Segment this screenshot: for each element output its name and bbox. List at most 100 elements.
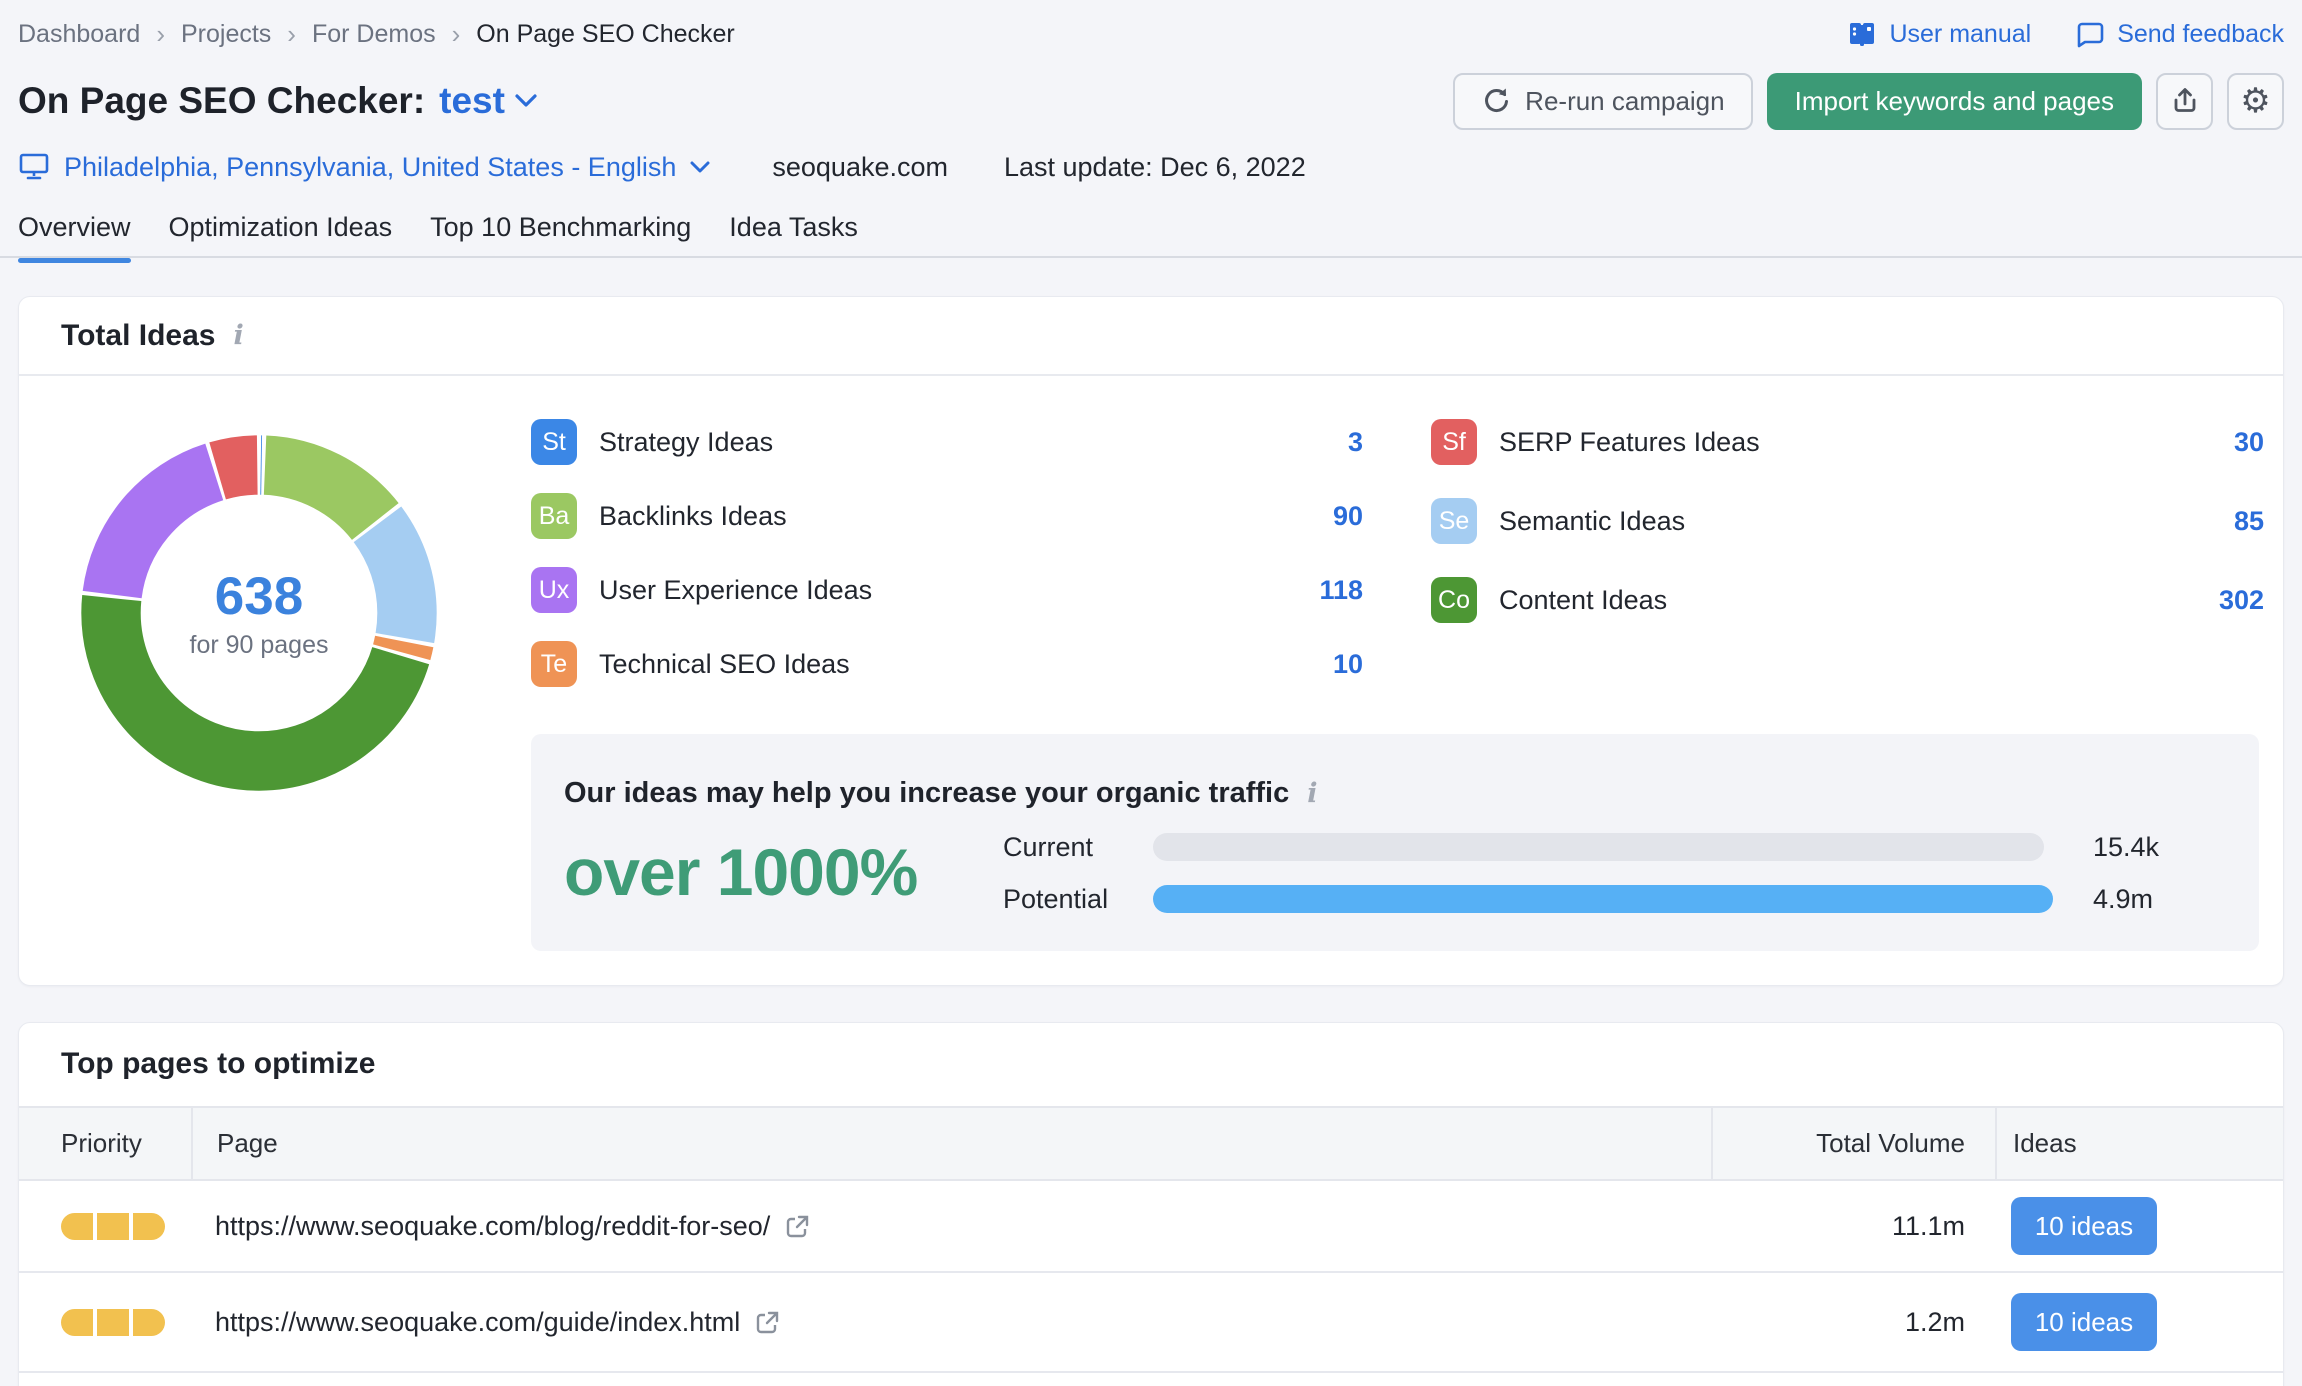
serp-features-badge-icon: Sf	[1431, 419, 1477, 465]
breadcrumb-separator-icon: ›	[451, 19, 461, 49]
import-keywords-button[interactable]: Import keywords and pages	[1766, 72, 2142, 130]
refresh-icon	[1481, 86, 1511, 116]
chevron-down-icon	[690, 161, 710, 174]
upload-icon	[2170, 86, 2200, 116]
legend-label: Strategy Ideas	[599, 426, 774, 457]
settings-button[interactable]: ⚙	[2227, 72, 2284, 130]
tab-overview[interactable]: Overview	[18, 212, 131, 263]
campaign-name: test	[439, 80, 505, 121]
breadcrumb-current: On Page SEO Checker	[476, 19, 735, 48]
priority-indicator	[61, 1308, 165, 1336]
backlinks-badge-icon: Ba	[531, 493, 577, 539]
page-title: On Page SEO Checker: test	[18, 80, 537, 122]
breadcrumb-dashboard[interactable]: Dashboard	[18, 20, 140, 49]
legend-item-serp-features: Sf SERP Features Ideas 30	[1431, 413, 2264, 471]
rerun-campaign-button[interactable]: Re-run campaign	[1453, 72, 1753, 130]
top-pages-header: Top pages to optimize	[19, 1023, 2283, 1105]
total-ideas-header: Total Ideas i	[19, 297, 2283, 376]
legend-item-content: Co Content Ideas 302	[1431, 571, 2264, 629]
technical-seo-badge-icon: Te	[531, 641, 577, 687]
on-page-seo-checker-app: Dashboard › Projects › For Demos › On Pa…	[0, 0, 2302, 1386]
external-link-icon[interactable]	[754, 1309, 781, 1336]
gear-icon: ⚙	[2240, 82, 2271, 120]
user-manual-link[interactable]: User manual	[1847, 19, 2031, 49]
legend-label: User Experience Ideas	[599, 574, 873, 605]
breadcrumb-projects[interactable]: Projects	[181, 20, 271, 49]
total-volume-value: 1.2m	[1904, 1306, 1965, 1337]
title-row: On Page SEO Checker: test Re-run campaig…	[18, 72, 2284, 130]
content-badge-icon: Co	[1431, 577, 1477, 623]
top-links: User manual Send feedback	[1847, 19, 2284, 49]
legend-value[interactable]: 302	[2219, 585, 2264, 616]
send-feedback-link[interactable]: Send feedback	[2075, 19, 2284, 49]
legend-value[interactable]: 3	[1348, 427, 1363, 458]
priority-indicator	[61, 1212, 165, 1240]
top-pages-table: Priority Page Total Volume Ideas https:/…	[19, 1106, 2283, 1373]
traffic-title-text: Our ideas may help you increase your org…	[564, 777, 1290, 809]
legend-value[interactable]: 85	[2234, 506, 2264, 537]
page-url[interactable]: https://www.seoquake.com/blog/reddit-for…	[215, 1211, 770, 1242]
info-icon[interactable]: i	[1307, 778, 1317, 809]
legend-value[interactable]: 30	[2234, 427, 2264, 458]
potential-traffic-bar	[1153, 885, 2053, 913]
feedback-bubble-icon	[2075, 19, 2105, 49]
location-selector[interactable]: Philadelphia, Pennsylvania, United State…	[18, 152, 710, 183]
chevron-down-icon	[515, 94, 537, 108]
tabs-divider	[0, 256, 2302, 258]
traffic-row-value: 4.9m	[2093, 883, 2154, 914]
legend-label: SERP Features Ideas	[1499, 426, 1760, 457]
traffic-row-label: Potential	[1003, 883, 1109, 914]
traffic-highlight: over 1000%	[564, 835, 918, 909]
current-traffic-bar	[1153, 833, 2044, 861]
tab-bar: Overview Optimization Ideas Top 10 Bench…	[18, 212, 858, 263]
top-pages-title: Top pages to optimize	[61, 1047, 376, 1080]
legend-label: Content Ideas	[1499, 584, 1668, 615]
user-experience-badge-icon: Ux	[531, 567, 577, 613]
breadcrumb-separator-icon: ›	[287, 19, 296, 49]
column-header-ideas: Ideas	[1995, 1108, 2283, 1179]
ideas-count-button[interactable]: 10 ideas	[2011, 1293, 2157, 1351]
legend-value[interactable]: 10	[1333, 649, 1363, 680]
table-row: https://www.seoquake.com/blog/reddit-for…	[19, 1181, 2283, 1273]
page-title-text: On Page SEO Checker:	[18, 80, 426, 121]
organic-traffic-panel: Our ideas may help you increase your org…	[531, 734, 2259, 951]
column-header-page: Page	[191, 1108, 1711, 1179]
book-icon	[1847, 19, 1877, 49]
traffic-row-label: Current	[1003, 831, 1094, 862]
traffic-panel-title: Our ideas may help you increase your org…	[564, 777, 1318, 810]
breadcrumb: Dashboard › Projects › For Demos › On Pa…	[18, 20, 735, 49]
rerun-campaign-label: Re-run campaign	[1525, 85, 1725, 116]
legend-item-backlinks: Ba Backlinks Ideas 90	[531, 487, 1363, 545]
project-domain: seoquake.com	[772, 151, 948, 182]
legend-label: Backlinks Ideas	[599, 500, 787, 531]
breadcrumb-separator-icon: ›	[156, 19, 165, 49]
info-icon[interactable]: i	[233, 320, 243, 351]
column-header-total-volume: Total Volume	[1711, 1108, 1995, 1179]
legend-item-semantic: Se Semantic Ideas 85	[1431, 492, 2264, 550]
top-pages-card: Top pages to optimize Priority Page Tota…	[18, 1022, 2284, 1386]
external-link-icon[interactable]	[784, 1213, 811, 1240]
send-feedback-label: Send feedback	[2117, 19, 2284, 48]
legend-value[interactable]: 90	[1333, 501, 1363, 532]
idea-legend-right: Sf SERP Features Ideas 30 Se Semantic Id…	[1431, 413, 2264, 629]
legend-value[interactable]: 118	[1319, 575, 1363, 606]
table-row: https://www.seoquake.com/guide/index.htm…	[19, 1273, 2283, 1373]
last-update: Last update: Dec 6, 2022	[1003, 151, 1306, 182]
tab-optimization-ideas[interactable]: Optimization Ideas	[169, 212, 393, 261]
traffic-row-value: 15.4k	[2093, 831, 2160, 862]
campaign-selector[interactable]: test	[439, 80, 537, 122]
total-ideas-title: Total Ideas	[61, 318, 216, 352]
monitor-icon	[18, 152, 50, 182]
tab-top-10-benchmarking[interactable]: Top 10 Benchmarking	[430, 212, 691, 261]
user-manual-label: User manual	[1889, 19, 2032, 48]
tab-idea-tasks[interactable]: Idea Tasks	[729, 212, 858, 261]
ideas-count-button[interactable]: 10 ideas	[2011, 1197, 2157, 1255]
page-url[interactable]: https://www.seoquake.com/guide/index.htm…	[215, 1307, 740, 1338]
total-volume-value: 11.1m	[1891, 1210, 1965, 1241]
semantic-badge-icon: Se	[1431, 498, 1477, 544]
top-bar: Dashboard › Projects › For Demos › On Pa…	[18, 16, 2284, 52]
traffic-row-potential: Potential 4.9m	[1003, 882, 2223, 916]
total-ideas-donut: 638 for 90 pages	[74, 428, 444, 798]
breadcrumb-for-demos[interactable]: For Demos	[312, 20, 436, 49]
export-button[interactable]	[2156, 72, 2213, 130]
